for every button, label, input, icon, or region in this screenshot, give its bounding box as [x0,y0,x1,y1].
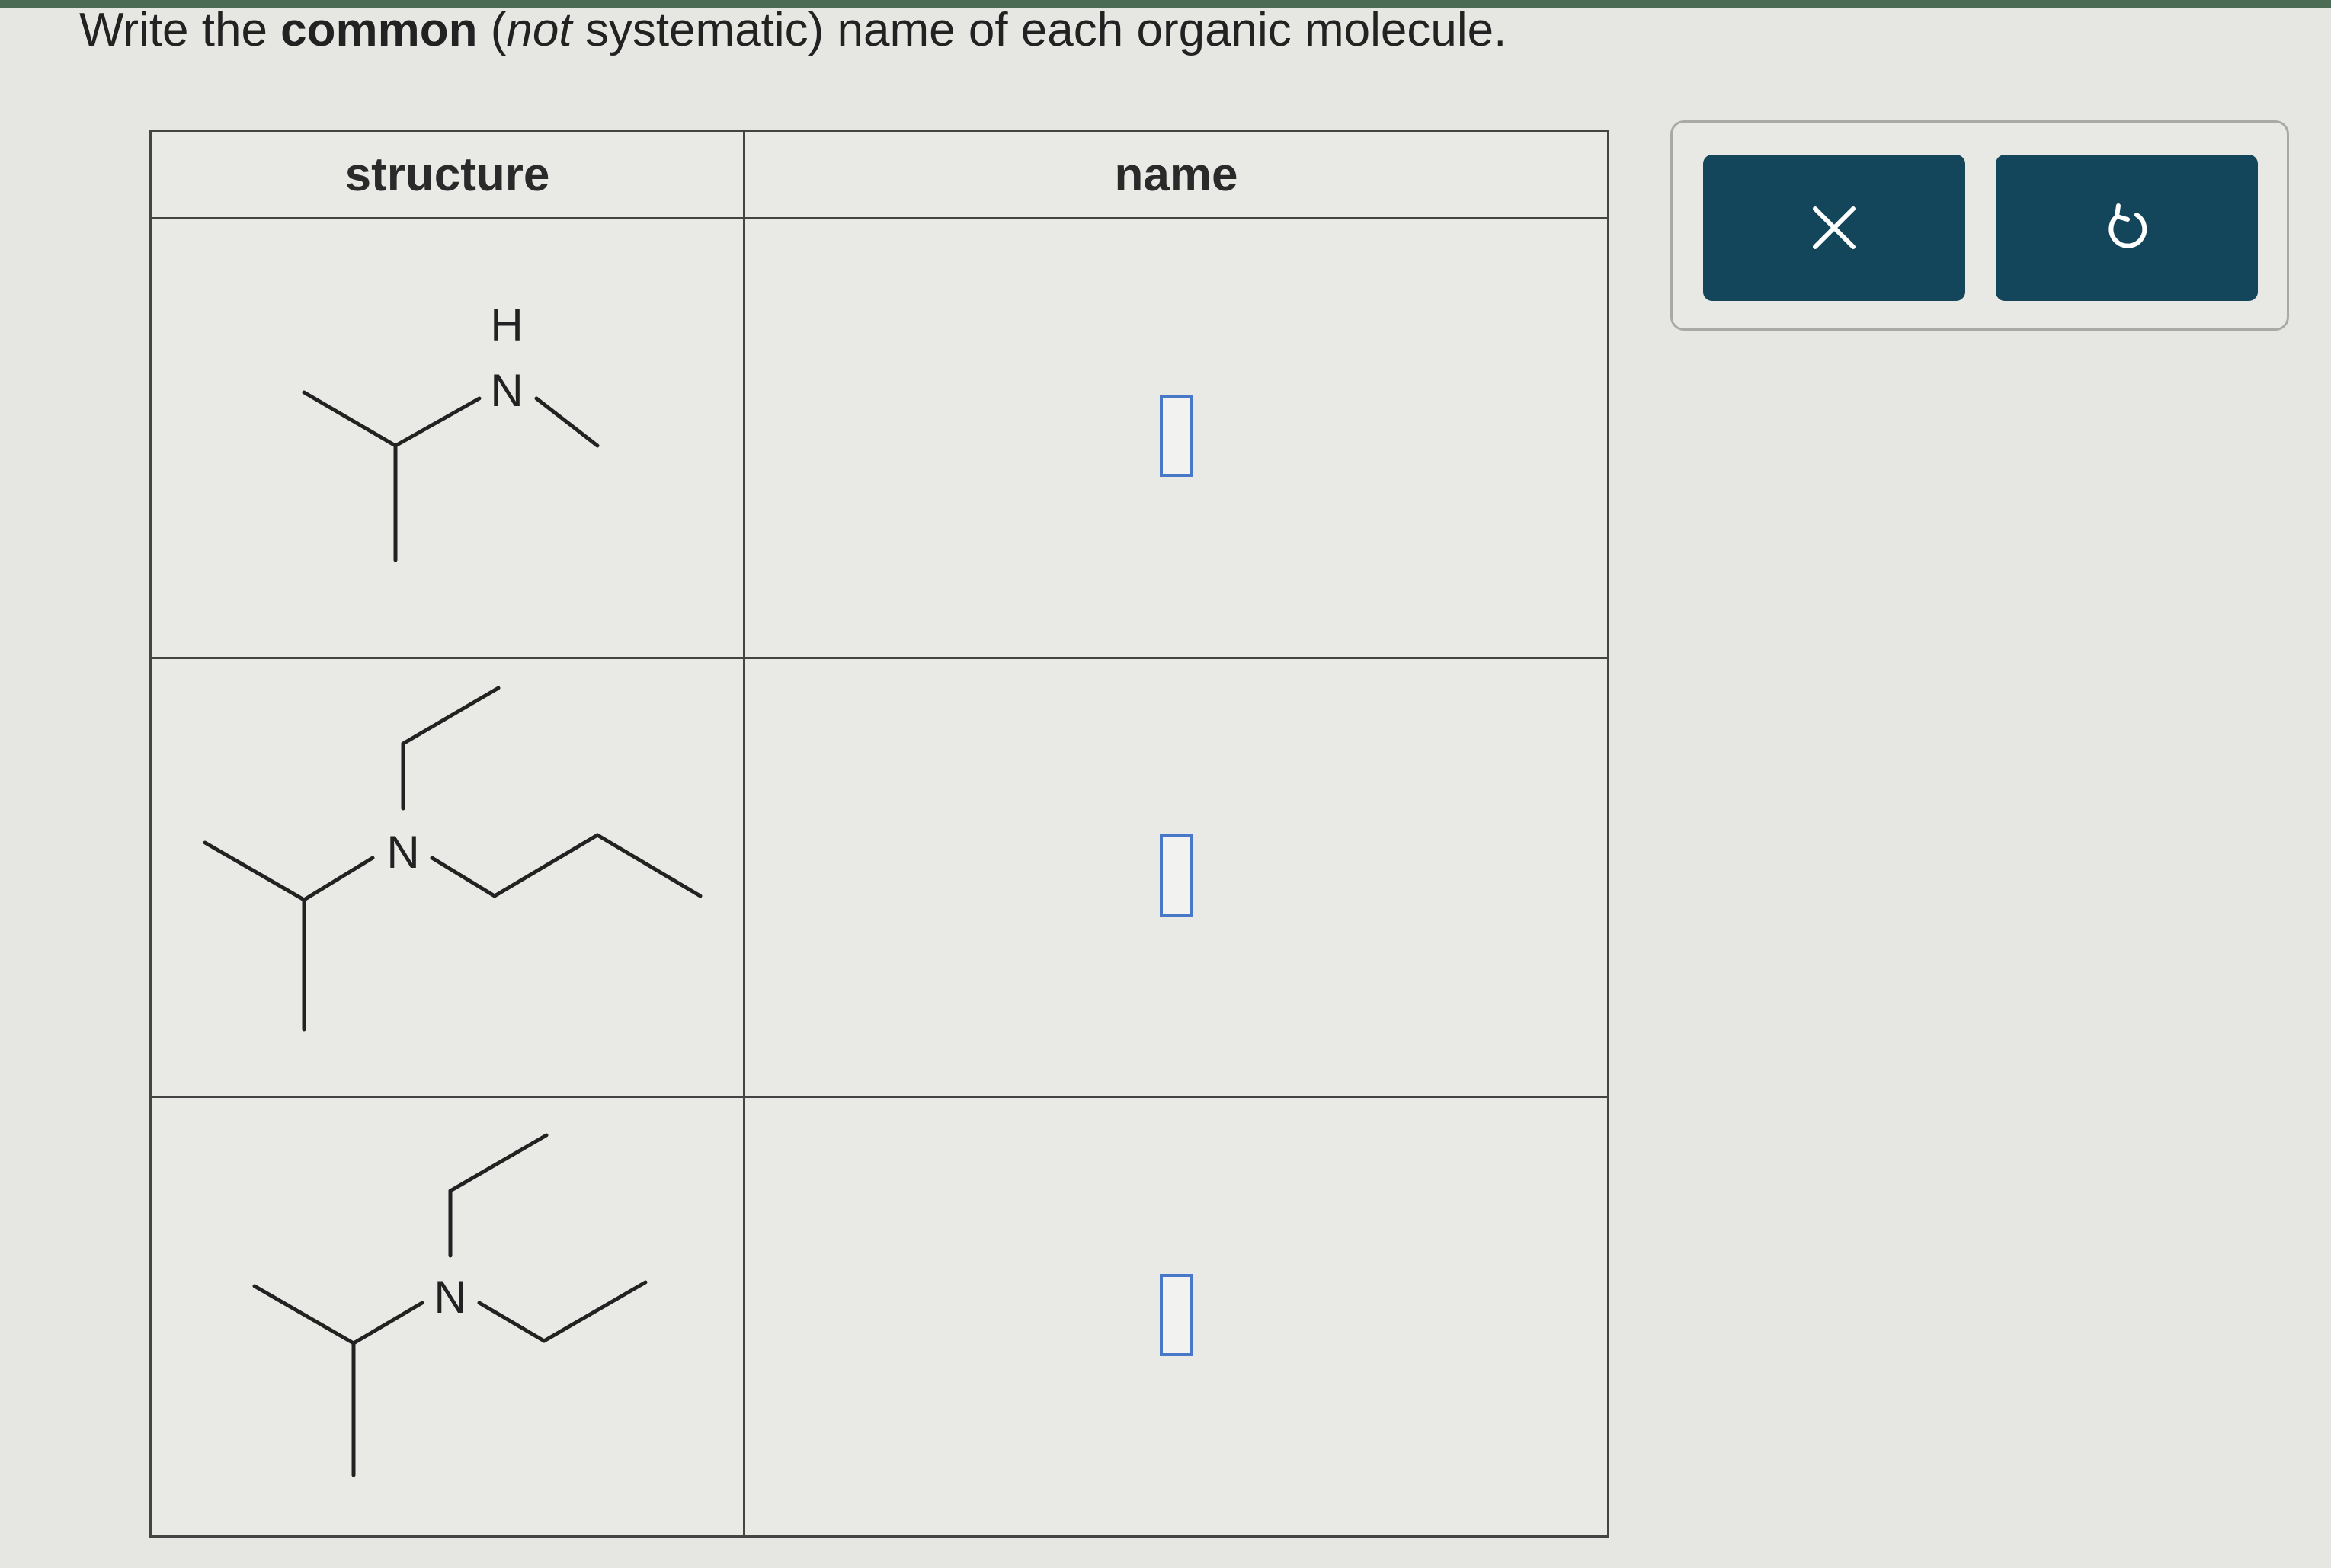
tool-panel [1670,120,2289,331]
undo-button[interactable] [1996,155,2258,301]
molecule-structure-2: N [203,686,703,1032]
structure-cell-2: N [149,656,745,1099]
header-structure: structure [149,130,745,219]
name-input-1[interactable] [1159,395,1193,478]
instruction-text: Write the common (not systematic) name o… [79,4,1507,56]
molecule-structure-1: H N [302,299,600,562]
table-row: H N [149,217,1609,659]
table-row: N [149,656,1609,1099]
table-header-row: structure name [149,130,1609,219]
table-row: N [149,1096,1609,1538]
clear-button[interactable] [1703,155,1965,301]
name-cell-3 [743,1096,1609,1538]
name-input-2[interactable] [1159,834,1193,917]
atom-label-n: N [386,827,419,878]
header-name: name [743,130,1609,219]
atom-label-n: N [434,1272,466,1323]
x-icon [1813,206,1856,249]
name-cell-1 [743,217,1609,659]
atom-label-n: N [490,365,523,416]
undo-icon [2108,203,2147,248]
molecule-structure-3: N [252,1133,648,1477]
name-cell-2 [743,656,1609,1099]
answer-table: structure name H N N N [149,130,1609,1538]
structure-cell-3: N [149,1096,745,1538]
atom-label-h: H [490,299,523,350]
name-input-3[interactable] [1159,1273,1193,1356]
structure-cell-1: H N [149,217,745,659]
